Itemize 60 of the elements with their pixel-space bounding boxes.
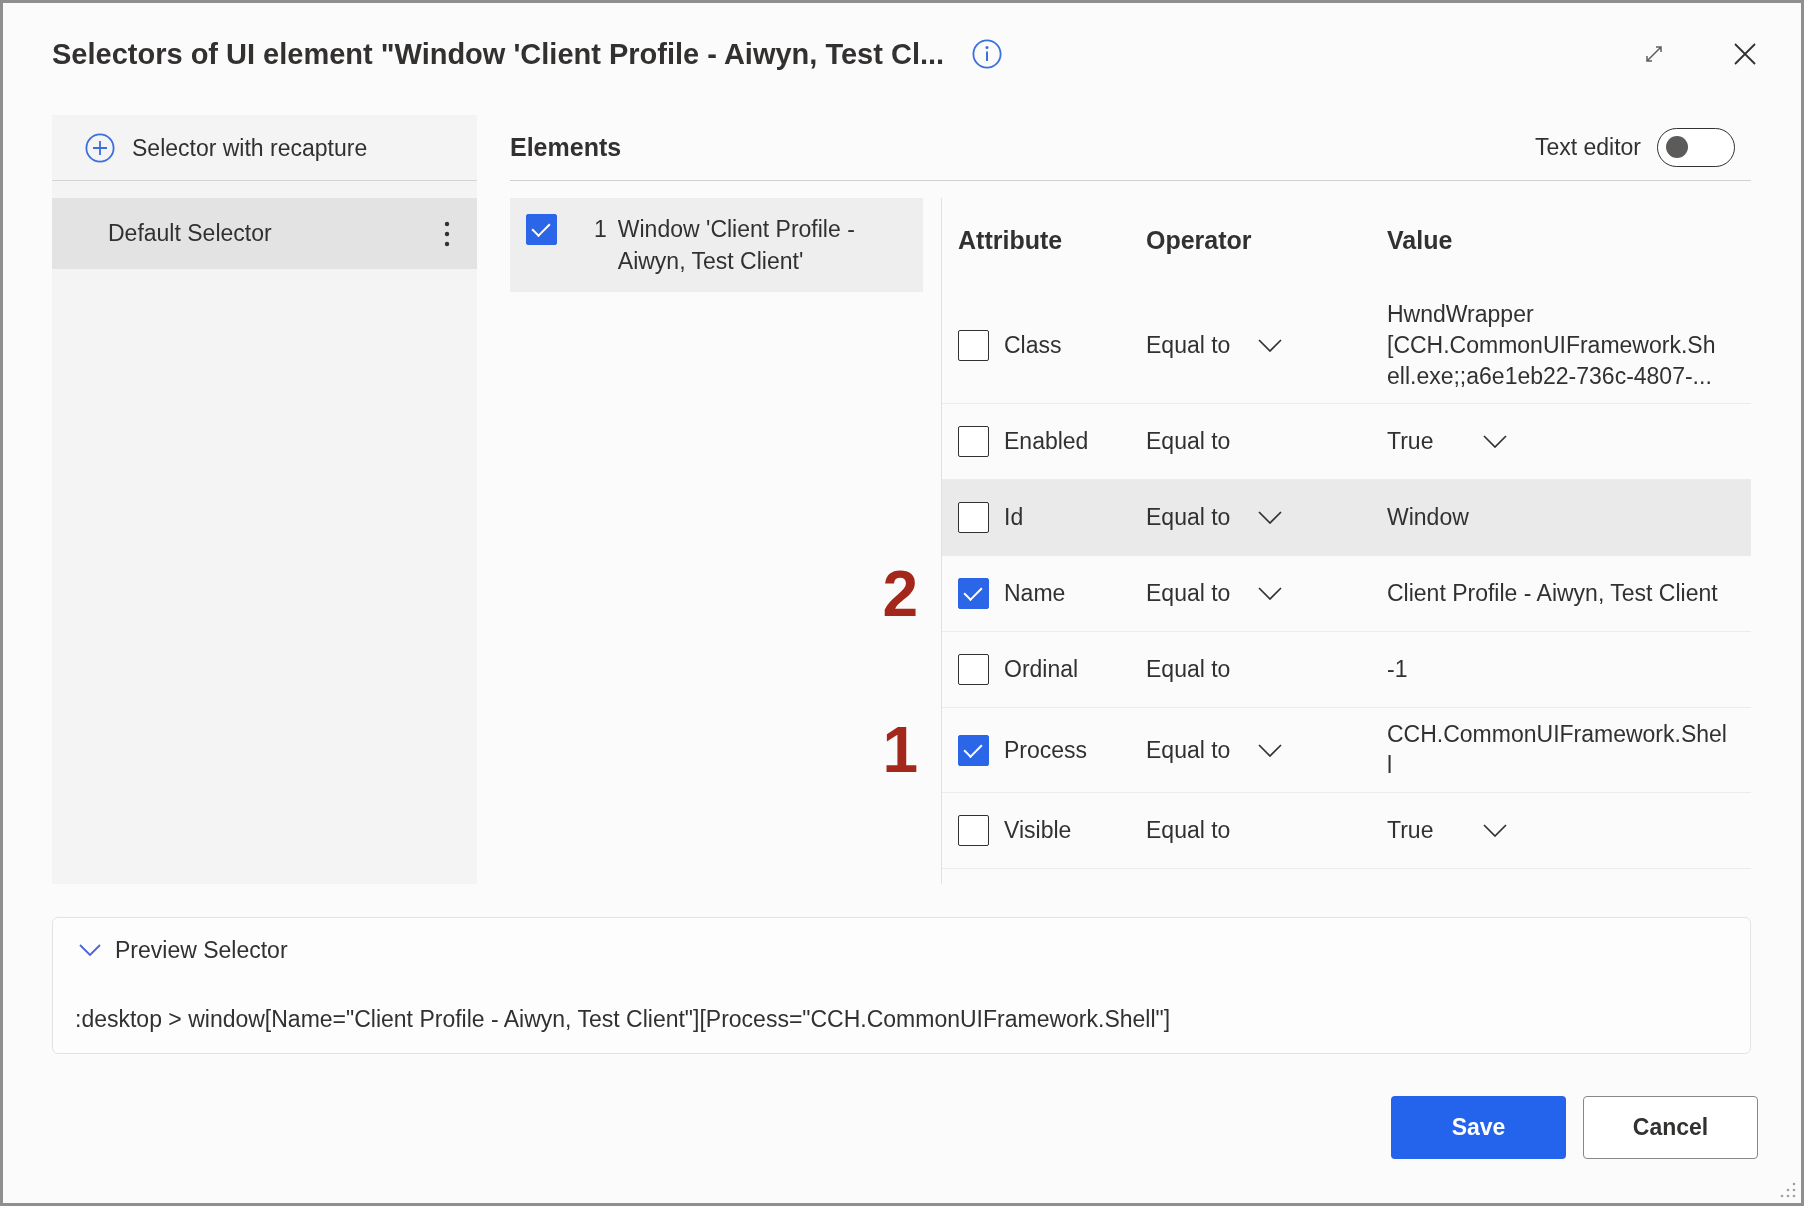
attribute-name: Process bbox=[1004, 735, 1088, 765]
resize-grip-icon[interactable] bbox=[1780, 1182, 1796, 1198]
operator-dropdown[interactable]: Equal to bbox=[1146, 330, 1283, 361]
operator-text: Equal to bbox=[1146, 817, 1231, 843]
attribute-name: Class bbox=[1004, 331, 1062, 360]
checkbox[interactable] bbox=[526, 214, 557, 245]
more-options-icon[interactable] bbox=[444, 220, 450, 247]
element-label: Window 'Client Profile - Aiwyn, Test Client' bbox=[617, 215, 856, 276]
chevron-down-icon bbox=[1258, 587, 1283, 600]
checkbox[interactable] bbox=[958, 815, 989, 846]
attribute-name: Name bbox=[1004, 579, 1066, 608]
text-editor-toggle[interactable] bbox=[1657, 128, 1735, 167]
save-button[interactable]: Save bbox=[1391, 1096, 1566, 1159]
operator-text: Equal to bbox=[1146, 428, 1231, 454]
info-icon[interactable] bbox=[972, 39, 1003, 69]
operator-dropdown[interactable]: Equal to bbox=[1146, 578, 1283, 609]
value-dropdown[interactable]: True bbox=[1387, 426, 1508, 457]
selector-list-item[interactable]: Default Selector bbox=[52, 198, 477, 269]
column-header: Operator bbox=[1146, 225, 1252, 254]
value-text: HwndWrapper [CCH.CommonUIFramework.Shell.exe;;a6e1eb22-736c-4807-... bbox=[1387, 300, 1717, 391]
checkbox[interactable] bbox=[958, 654, 989, 685]
checkbox[interactable] bbox=[958, 578, 989, 609]
column-header: Value bbox=[1387, 225, 1453, 254]
operator-dropdown[interactable]: Equal to bbox=[1146, 502, 1283, 533]
value-dropdown[interactable]: True bbox=[1387, 815, 1508, 846]
chevron-down-icon bbox=[1483, 824, 1508, 837]
toggle-label: Text editor bbox=[1534, 134, 1641, 161]
value-text: CCH.CommonUIFramework.Shell bbox=[1387, 720, 1727, 780]
checkbox[interactable] bbox=[958, 502, 989, 533]
attribute-name: Id bbox=[1004, 503, 1024, 532]
value-text: Window bbox=[1387, 503, 1470, 532]
column-header: Attribute bbox=[958, 225, 1063, 254]
cancel-button[interactable]: Cancel bbox=[1583, 1096, 1758, 1159]
checkbox[interactable] bbox=[958, 330, 989, 361]
attribute-name: Visible bbox=[1004, 816, 1072, 845]
operator-dropdown[interactable]: Equal to bbox=[1146, 734, 1283, 766]
element-index: 1 bbox=[594, 215, 607, 244]
value-text: -1 bbox=[1387, 655, 1409, 684]
selector-preview-text: :desktop > window[Name="Client Profile - Aiwyn, Test Client"][Process="CCH.CommonUIFramework.Shell"] bbox=[75, 1005, 1172, 1034]
preview-expander[interactable]: Preview Selector bbox=[79, 934, 288, 966]
operator-text: Equal to bbox=[1146, 656, 1231, 682]
checkbox[interactable] bbox=[958, 734, 989, 766]
annotation-number: 1 bbox=[882, 718, 918, 782]
chevron-down-icon bbox=[1258, 743, 1283, 757]
expand-icon[interactable] bbox=[1644, 44, 1664, 64]
checkbox[interactable] bbox=[958, 426, 989, 457]
attribute-name: Ordinal bbox=[1004, 655, 1079, 684]
value-text: Client Profile - Aiwyn, Test Client bbox=[1387, 579, 1719, 608]
attribute-name: Enabled bbox=[1004, 427, 1089, 456]
chevron-down-icon bbox=[1258, 339, 1283, 352]
annotation-number: 2 bbox=[882, 561, 918, 626]
plus-circle-icon bbox=[85, 132, 115, 163]
section-heading: Elements bbox=[510, 133, 622, 162]
add-selector-button[interactable]: Selector with recapture bbox=[85, 132, 368, 163]
element-list-item[interactable]: 1 Window 'Client Profile - Aiwyn, Test Client' bbox=[510, 198, 923, 292]
chevron-down-icon bbox=[79, 944, 101, 956]
chevron-down-icon bbox=[1258, 511, 1283, 524]
close-icon[interactable] bbox=[1734, 43, 1756, 65]
chevron-down-icon bbox=[1483, 435, 1508, 448]
dialog-title: Selectors of UI element "Window 'Client Profile - Aiwyn, Test Cl... bbox=[52, 37, 945, 71]
